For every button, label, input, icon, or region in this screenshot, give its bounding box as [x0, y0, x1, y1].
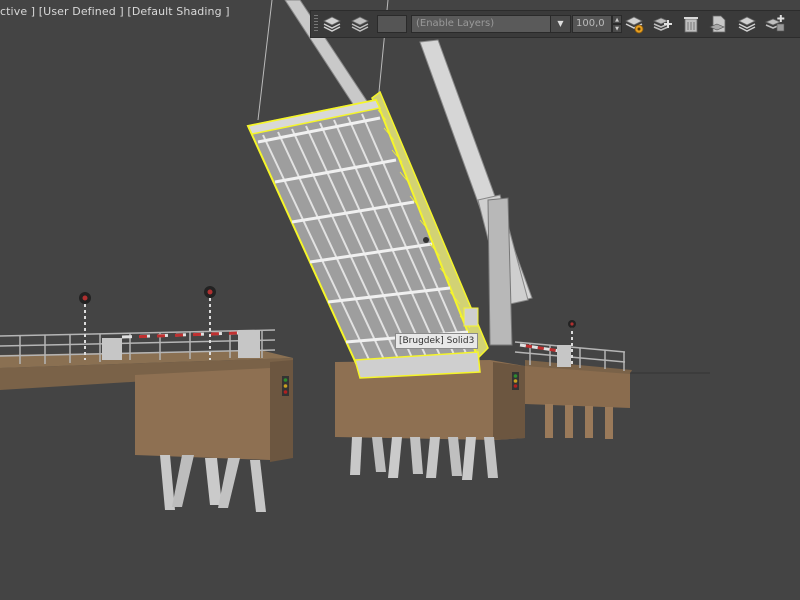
layer-settings-button[interactable] — [623, 13, 647, 35]
add-layer-button[interactable] — [763, 13, 787, 35]
delete-layer-button[interactable] — [679, 13, 703, 35]
signal-left-1 — [79, 292, 91, 360]
viewport-label-shading[interactable]: [Default Shading ] — [124, 5, 230, 18]
viewport-label-active[interactable]: ctive ] — [0, 5, 35, 18]
layer-stack-icon — [738, 16, 756, 32]
traffic-light-right — [512, 372, 519, 390]
object-tooltip: [Brugdek] Solid3 — [395, 333, 479, 349]
toolbar-grip[interactable] — [314, 15, 318, 33]
barrier-box-left — [238, 330, 260, 358]
layer-settings-icon — [625, 16, 644, 34]
opacity-spinner[interactable]: ▲ ▼ — [612, 15, 622, 33]
layer-color-swatch[interactable] — [377, 15, 407, 33]
viewport-label-user-defined[interactable]: [User Defined ] — [35, 5, 124, 18]
layer-dropdown[interactable]: (Enable Layers) — [411, 15, 571, 33]
opacity-field[interactable]: 100,0 — [572, 15, 612, 33]
right-abutment — [525, 360, 710, 439]
left-abutment — [0, 350, 293, 512]
cable-left — [257, 0, 273, 121]
viewport-label[interactable]: ctive ] [User Defined ] [Default Shading… — [0, 5, 230, 18]
manage-layers-icon — [323, 16, 341, 32]
new-layer-button[interactable] — [651, 13, 675, 35]
layer-dropdown-arrow-icon[interactable]: ▼ — [550, 15, 571, 33]
layer-stack-button[interactable] — [735, 13, 759, 35]
add-layer-icon — [765, 15, 785, 32]
viewport[interactable]: ctive ] [User Defined ] [Default Shading… — [0, 0, 800, 600]
layer-toolbar: (Enable Layers) ▼ 100,0 ▲ ▼ — [310, 10, 800, 38]
layer-properties-icon — [351, 16, 369, 32]
manage-layers-button[interactable] — [320, 13, 344, 35]
layer-properties-button[interactable] — [348, 13, 372, 35]
new-layer-icon — [653, 17, 672, 31]
traffic-light-left — [282, 376, 289, 396]
spinner-up-icon[interactable]: ▲ — [612, 15, 622, 24]
signal-left-2 — [204, 286, 216, 360]
bridge-scene[interactable] — [0, 0, 800, 600]
delete-layer-icon — [684, 17, 698, 33]
spinner-down-icon[interactable]: ▼ — [612, 24, 622, 33]
layer-file-button[interactable] — [707, 13, 731, 35]
layer-file-icon — [709, 15, 726, 33]
